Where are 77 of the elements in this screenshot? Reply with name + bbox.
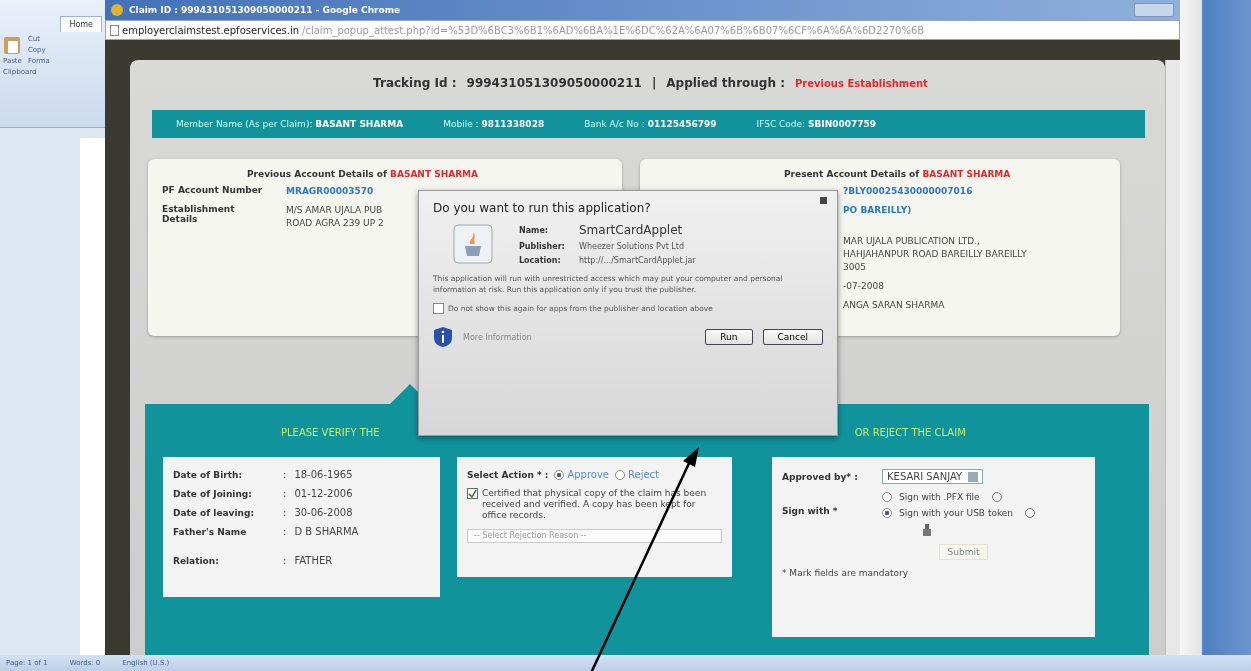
field-label: Date of Joining: xyxy=(173,488,253,499)
field-value: 30-06-2008 xyxy=(294,507,353,518)
field-value: 18-06-1965 xyxy=(294,469,353,480)
radio-button[interactable] xyxy=(615,469,626,480)
browser-icon xyxy=(111,4,123,16)
field-label: Name: xyxy=(519,225,550,235)
field-label: Publisher: xyxy=(519,242,566,251)
separator: : xyxy=(283,469,287,480)
clipboard-icon xyxy=(3,35,22,55)
field-value: MAR UJALA PUBLICATION LTD., xyxy=(843,235,981,248)
separator: | xyxy=(651,76,657,90)
address-bar[interactable]: employerclaimstest.epfoservices.in /claim_popup_attest.php?id=%53D%6BC3%6B1%6AD%6BA%1E%6DC%62A%6A07%6B%6B07%6CF%6A%6A%6D2270%6B xyxy=(105,20,1180,40)
checkbox[interactable] xyxy=(433,303,444,314)
account-number: PO BAREILLY) xyxy=(843,204,913,217)
separator: : xyxy=(283,488,287,499)
cup-icon xyxy=(453,224,493,264)
field-label: Father's Name xyxy=(173,526,248,537)
account-number: MRAGR00003570 xyxy=(286,185,374,198)
field-value: Wheezer Solutions Pvt Ltd xyxy=(579,242,684,251)
field-label: Establishment Details xyxy=(162,204,236,226)
radio-label[interactable]: Sign with .PFX file xyxy=(899,492,980,502)
radio-button[interactable] xyxy=(882,508,892,518)
tracking-id: 999431051309050000211 xyxy=(466,76,642,90)
field-label: Date of Birth: xyxy=(173,469,243,480)
field-value: 3005 xyxy=(843,261,867,274)
token-icon xyxy=(922,524,932,536)
scrollbar[interactable] xyxy=(1165,60,1180,655)
field-value: 01-12-2006 xyxy=(294,488,353,499)
field-value: ANGA SARAN SHARMA xyxy=(843,299,946,312)
field-label: Location: xyxy=(519,256,562,265)
member-info: Bank A/c No : 01125456799 xyxy=(584,119,717,129)
separator: : xyxy=(283,507,287,518)
separator: : xyxy=(283,526,287,537)
submit-button[interactable]: Submit xyxy=(938,544,989,560)
field-value: M/S AMAR UJALA PUB xyxy=(286,204,384,217)
field-value: SmartCardApplet xyxy=(579,223,683,237)
card-title: Present Account Details of BASANT SHARMA xyxy=(783,169,1012,179)
applied-through-value: Previous Establishment xyxy=(794,77,928,89)
info-icon xyxy=(433,326,453,348)
tracking-label: Tracking Id : xyxy=(373,76,457,90)
field-label: Sign with * xyxy=(782,506,839,516)
field-label: Approved by* : xyxy=(782,471,859,482)
field-value: FATHER xyxy=(294,555,333,566)
member-info: Mobile : 9811338028 xyxy=(443,119,545,129)
field-label: Date of leaving: xyxy=(173,507,255,518)
page-icon xyxy=(110,24,119,36)
member-info: IFSC Code: SBIN0007759 xyxy=(756,119,877,129)
field-value: HAHJAHANPUR ROAD BAREILLY BAREILLY xyxy=(843,248,1028,261)
radio-button[interactable] xyxy=(554,469,565,480)
checkbox[interactable] xyxy=(467,488,478,499)
radio-label[interactable]: Reject xyxy=(628,469,660,480)
ribbon-tab[interactable]: Home xyxy=(60,16,102,32)
window-title: Claim ID : 999431051309050000211 - Google Chrome xyxy=(129,5,401,15)
account-number: ?BLY00025430000007016 xyxy=(843,185,974,198)
dialog-button[interactable]: Cancel xyxy=(762,329,823,345)
url-host: employerclaimstest.epfoservices.in xyxy=(122,24,300,36)
radio-label[interactable]: Sign with your USB token xyxy=(899,508,1014,518)
field-value: http://.../SmartCardApplet.jar xyxy=(579,256,696,265)
verify-heading: PLEASE VERIFY THE xyxy=(281,426,380,438)
mandatory-note: * Mark fields are mandatory xyxy=(782,568,910,578)
verify-heading: OR REJECT THE CLAIM xyxy=(854,426,966,438)
dialog-title: Do you want to run this application? xyxy=(433,201,652,215)
url-path: /claim_popup_attest.php?id=%53D%6BC3%6B1%6AD%6BA%1E%6DC%62A%6A07%6B%6B07%6CF%6A%6A%6D2270%6B xyxy=(302,24,925,36)
field-label: Relation: xyxy=(173,555,220,566)
card-title: Previous Account Details of BASANT SHARMA xyxy=(246,169,479,179)
field-label: Select Action * : xyxy=(467,469,549,480)
separator: : xyxy=(283,555,287,566)
dialog-button[interactable]: Run xyxy=(705,329,753,345)
approver-select[interactable]: KESARI SANJAY xyxy=(882,469,984,484)
field-value: ROAD AGRA 239 UP 2 xyxy=(286,217,384,230)
field-value: -07-2008 xyxy=(843,280,885,293)
radio-button[interactable] xyxy=(882,492,892,502)
applied-through-label: Applied through : xyxy=(666,76,785,90)
radio-label[interactable]: Approve xyxy=(567,469,610,480)
field-value: D B SHARMA xyxy=(294,526,359,537)
member-info: Member Name (As per Claim): BASANT SHARMA xyxy=(176,119,404,129)
field-label: PF Account Number xyxy=(162,185,264,197)
